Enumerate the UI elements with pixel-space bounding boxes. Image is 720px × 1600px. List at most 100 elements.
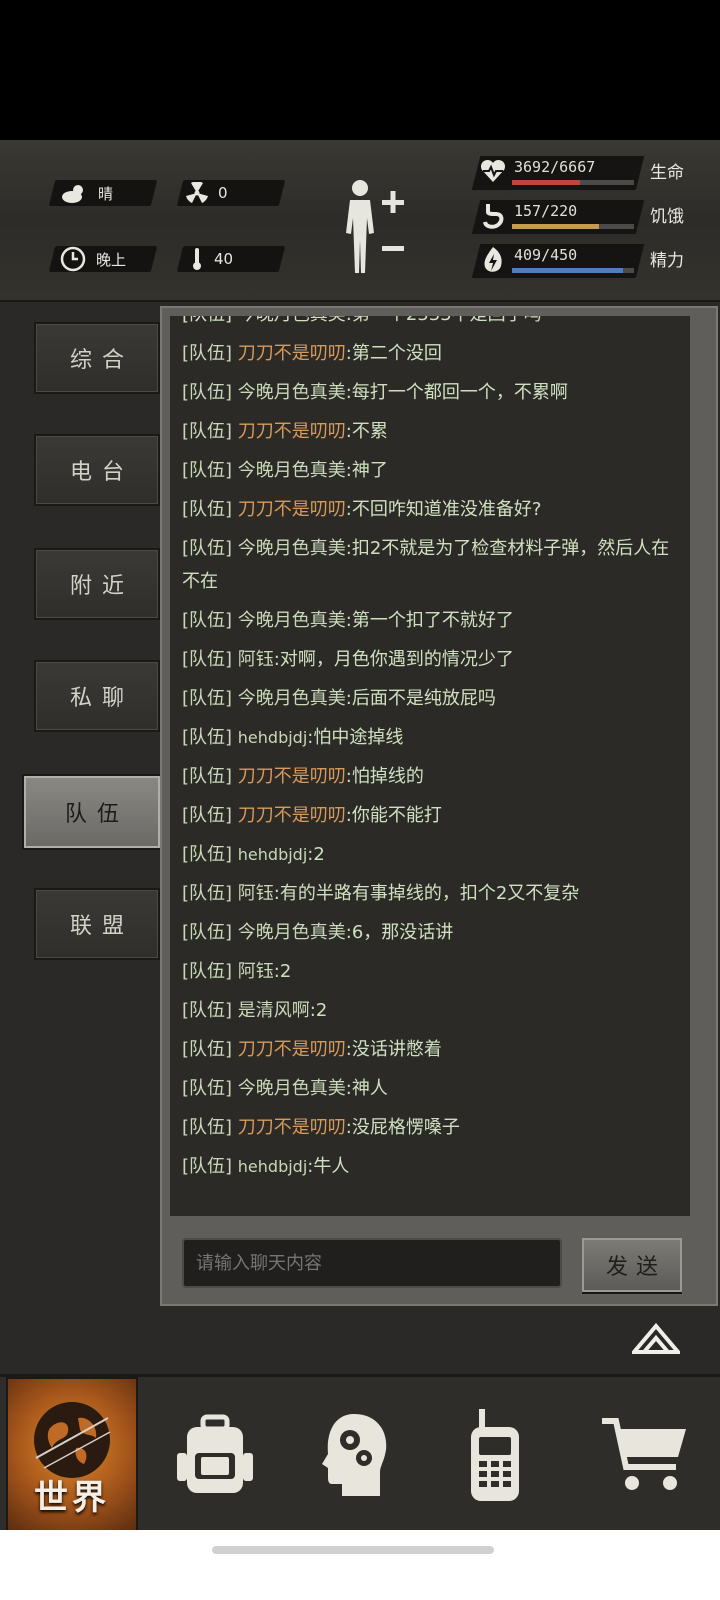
message-sender[interactable]: 阿钰	[238, 961, 274, 982]
message-channel: [队伍]	[182, 499, 233, 520]
message-sender[interactable]: 今晚月色真美	[238, 538, 346, 559]
time-status: 晚上	[60, 246, 126, 272]
collapse-up-icon[interactable]	[632, 1322, 680, 1354]
message-channel: [队伍]	[182, 610, 233, 631]
message-sender[interactable]: 今晚月色真美	[238, 688, 346, 709]
radiation-status: 0	[186, 180, 228, 206]
message-channel: [队伍]	[182, 460, 233, 481]
chat-message: [队伍] 今晚月色真美:每打一个都回一个，不累啊	[170, 376, 690, 409]
message-sender[interactable]: 阿钰	[238, 649, 274, 670]
message-channel: [队伍]	[182, 883, 233, 904]
chat-message: [队伍] 今晚月色真美:第一个扣了不就好了	[170, 604, 690, 637]
chat-message: [队伍] 是清风啊:2	[170, 994, 690, 1027]
nav-radio[interactable]	[440, 1377, 550, 1533]
message-sender[interactable]: 今晚月色真美	[238, 922, 346, 943]
head-gears-icon	[322, 1414, 387, 1496]
nav-world[interactable]: 世界	[6, 1377, 138, 1533]
message-sender[interactable]: 刀刀不是叨叨	[238, 343, 346, 364]
message-sender[interactable]: 刀刀不是叨叨	[238, 499, 346, 520]
message-sender[interactable]: 是清风啊	[238, 1000, 310, 1021]
hunger-value: 157/220	[514, 202, 578, 220]
message-text: :怕掉线的	[345, 766, 424, 787]
message-text: :神人	[345, 1078, 388, 1099]
backpack-icon	[177, 1414, 253, 1493]
health-label: 生命	[650, 163, 684, 183]
chat-message: [队伍] 今晚月色真美:神了	[170, 454, 690, 487]
chat-message-partial: [队伍] 今晚月色真美:第一个2333不是回了吗	[170, 316, 690, 331]
message-channel: [队伍]	[182, 961, 233, 982]
message-sender[interactable]: hehdbjdj	[238, 845, 307, 864]
chat-message: [队伍] 刀刀不是叨叨:没话讲憋着	[170, 1033, 690, 1066]
energy-value: 409/450	[514, 246, 578, 264]
tab-nearby[interactable]: 附近	[34, 548, 160, 620]
heart-icon	[480, 159, 506, 182]
message-sender[interactable]: 刀刀不是叨叨	[238, 1117, 346, 1138]
hunger-bar-fill	[512, 224, 600, 229]
cloud-sun-icon	[62, 185, 83, 203]
message-sender[interactable]: 今晚月色真美	[238, 460, 346, 481]
message-text: :每打一个都回一个，不累啊	[345, 382, 568, 403]
message-channel: [队伍]	[182, 538, 233, 559]
chat-message: [队伍] hehdbjdj:2	[170, 838, 690, 871]
message-sender[interactable]: 刀刀不是叨叨	[238, 766, 346, 787]
thermometer-icon	[193, 248, 201, 270]
message-sender[interactable]: 今晚月色真美	[238, 382, 346, 403]
health-value: 3692/6667	[514, 158, 596, 176]
chat-input[interactable]	[182, 1238, 562, 1288]
chat-message: [队伍] 刀刀不是叨叨:第二个没回	[170, 337, 690, 370]
message-sender[interactable]: hehdbjdj	[238, 728, 307, 747]
message-text: :第一个扣了不就好了	[345, 610, 514, 631]
message-sender[interactable]: 今晚月色真美	[238, 610, 346, 631]
message-sender[interactable]: 刀刀不是叨叨	[238, 421, 346, 442]
chat-message: [队伍] 今晚月色真美:神人	[170, 1072, 690, 1105]
tab-general[interactable]: 综合	[34, 322, 160, 394]
clock-icon	[60, 246, 86, 272]
message-sender[interactable]: 阿钰	[238, 883, 274, 904]
walkie-talkie-icon	[471, 1409, 519, 1501]
tab-radio[interactable]: 电台	[34, 434, 160, 506]
chat-message: [队伍] 刀刀不是叨叨:不回咋知道准没准备好?	[170, 493, 690, 526]
send-button[interactable]: 发送	[582, 1238, 682, 1292]
temperature-value: 40	[214, 250, 234, 268]
message-text: :没话讲憋着	[345, 1039, 442, 1060]
radiation-icon	[186, 182, 208, 203]
message-channel: [队伍]	[182, 1117, 233, 1138]
message-text: :不累	[345, 421, 388, 442]
chat-message: [队伍] 刀刀不是叨叨:你能不能打	[170, 799, 690, 832]
home-indicator[interactable]	[212, 1546, 494, 1554]
chat-message: [队伍] hehdbjdj:怕中途掉线	[170, 721, 690, 754]
energy-label: 精力	[650, 251, 684, 271]
message-sender[interactable]: hehdbjdj	[238, 1157, 307, 1176]
message-channel: [队伍]	[182, 688, 233, 709]
stomach-icon	[483, 204, 504, 229]
message-text: :牛人	[307, 1156, 350, 1177]
message-sender[interactable]: 今晚月色真美	[238, 1078, 346, 1099]
chat-log[interactable]: [队伍] 今晚月色真美:第一个2333不是回了吗 [队伍] 刀刀不是叨叨:第二个…	[170, 316, 690, 1216]
message-text: :后面不是纯放屁吗	[345, 688, 496, 709]
message-text: :第二个没回	[345, 343, 442, 364]
chat-message: [队伍] hehdbjdj:牛人	[170, 1150, 690, 1183]
tab-alliance[interactable]: 联盟	[34, 888, 160, 960]
message-text: :2	[273, 961, 292, 982]
hunger-label: 饥饿	[650, 207, 684, 227]
message-text: :神了	[345, 460, 388, 481]
body-heal-icon[interactable]	[340, 178, 410, 278]
radiation-value: 0	[218, 184, 228, 202]
tab-team[interactable]: 队伍	[22, 774, 162, 850]
message-text: :6，那没话讲	[345, 922, 454, 943]
nav-shop[interactable]	[590, 1377, 700, 1533]
tab-private[interactable]: 私聊	[34, 660, 160, 732]
message-channel: [队伍]	[182, 766, 233, 787]
message-channel: [队伍]	[182, 382, 233, 403]
message-sender[interactable]: 刀刀不是叨叨	[238, 1039, 346, 1060]
time-label: 晚上	[96, 250, 127, 269]
message-text: :你能不能打	[345, 805, 442, 826]
nav-skills[interactable]	[300, 1377, 410, 1533]
message-channel: [队伍]	[182, 805, 233, 826]
message-sender[interactable]: 刀刀不是叨叨	[238, 805, 346, 826]
chat-message: [队伍] 刀刀不是叨叨:怕掉线的	[170, 760, 690, 793]
nav-backpack[interactable]	[160, 1377, 270, 1533]
chat-message: [队伍] 阿钰:对啊，月色你遇到的情况少了	[170, 643, 690, 676]
chat-message: [队伍] 今晚月色真美:扣2不就是为了检查材料子弹，然后人在不在	[170, 532, 690, 598]
system-nav-bar	[0, 1530, 720, 1600]
